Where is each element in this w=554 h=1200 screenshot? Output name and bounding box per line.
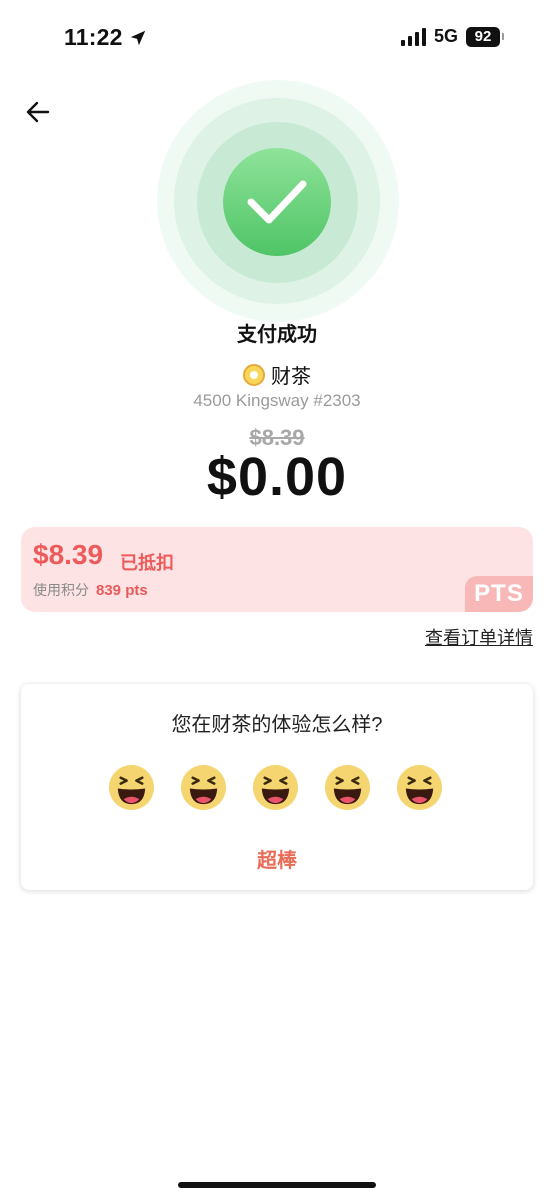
battery-level: 92	[466, 26, 500, 47]
checkmark-icon	[247, 180, 307, 224]
status-time: 11:22	[64, 24, 147, 51]
points-used: 使用积分 839 pts	[33, 580, 148, 600]
network-type: 5G	[433, 26, 458, 46]
rating-emoji-row	[108, 764, 443, 811]
arrow-left-icon	[26, 101, 50, 123]
store-info: 财茶	[0, 360, 554, 389]
cellular-signal-icon	[400, 27, 426, 46]
rating-selected-label: 超棒	[257, 850, 297, 872]
rating-card: 您在财茶的体验怎么样? 超棒	[21, 684, 533, 890]
points-used-value: 839 pts	[96, 582, 148, 599]
points-deduction-card: $8.39 已抵扣 使用积分 839 pts PTS	[21, 527, 533, 612]
success-check-icon	[223, 148, 331, 256]
home-indicator[interactable]	[178, 1182, 376, 1188]
battery-icon: 92	[466, 26, 504, 47]
laughing-face-icon[interactable]	[180, 764, 227, 811]
pts-badge: PTS	[465, 576, 533, 612]
view-order-details-link[interactable]: 查看订单详情	[425, 624, 533, 650]
laughing-face-icon[interactable]	[108, 764, 155, 811]
store-address: 4500 Kingsway #2303	[193, 391, 361, 410]
status-indicators: 5G 92	[400, 26, 504, 47]
back-button[interactable]	[22, 96, 54, 128]
points-tag: 已抵扣	[120, 553, 174, 573]
laughing-face-icon[interactable]	[252, 764, 299, 811]
rating-question: 您在财茶的体验怎么样?	[171, 714, 383, 736]
store-name: 财茶	[271, 366, 311, 388]
store-logo	[243, 363, 265, 386]
laughing-face-icon[interactable]	[396, 764, 443, 811]
laughing-face-icon[interactable]	[324, 764, 371, 811]
total-paid: $0.00	[206, 447, 348, 507]
status-time-text: 11:22	[64, 24, 123, 50]
location-arrow-icon	[130, 30, 145, 45]
points-amount: $8.39	[33, 539, 104, 570]
page-title: 支付成功	[237, 324, 317, 346]
points-used-label: 使用积分	[33, 582, 89, 598]
